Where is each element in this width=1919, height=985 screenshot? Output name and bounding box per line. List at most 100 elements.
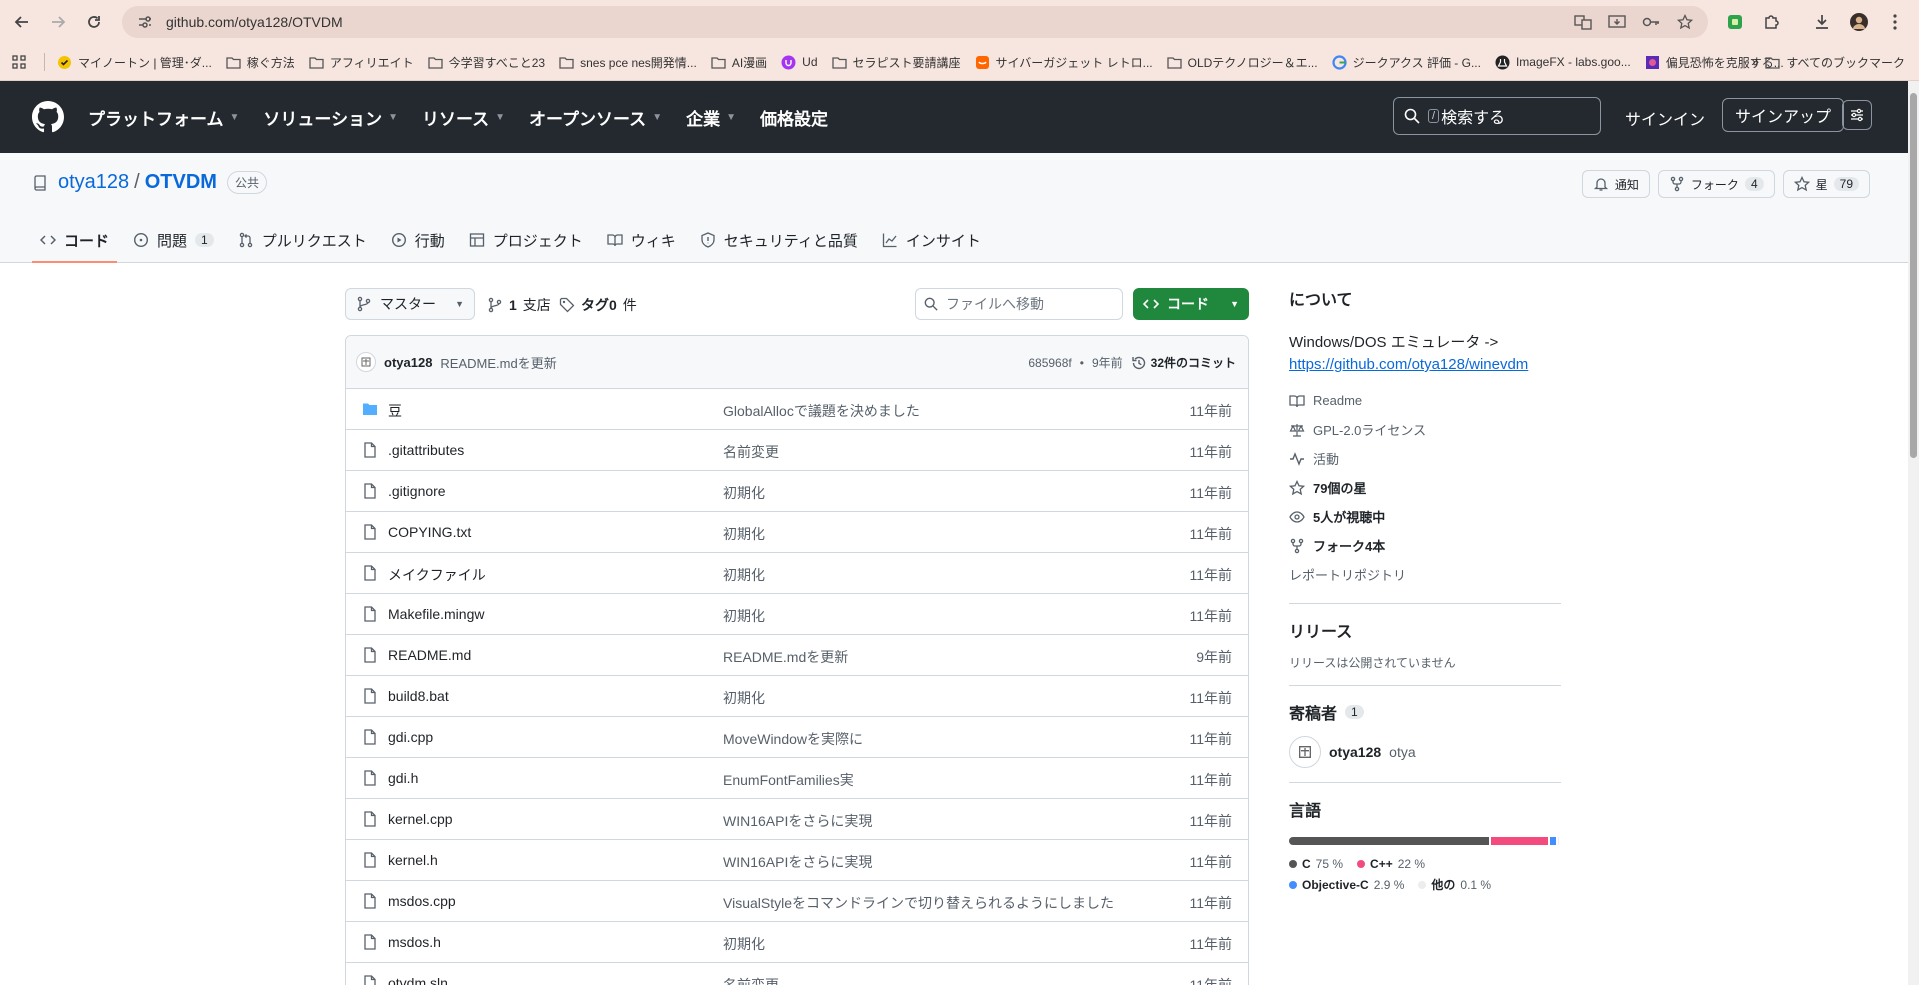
- file-name-link[interactable]: otvdm.sln: [388, 975, 448, 985]
- commit-message-link[interactable]: README.mdを更新: [440, 353, 556, 372]
- all-bookmarks-folder[interactable]: すべてのブックマーク: [1765, 54, 1905, 71]
- language-item[interactable]: C++ 22 %: [1357, 853, 1425, 874]
- install-app-icon[interactable]: [1606, 11, 1628, 33]
- bookmark-star-icon[interactable]: [1674, 11, 1696, 33]
- nav-item-5[interactable]: 価格設定: [760, 105, 828, 130]
- star-button[interactable]: 星 79: [1782, 170, 1870, 198]
- language-item[interactable]: 他の 0.1 %: [1418, 874, 1491, 895]
- downloads-icon[interactable]: [1810, 10, 1834, 34]
- tab-play[interactable]: 行動: [383, 217, 453, 263]
- reload-button[interactable]: [82, 10, 106, 34]
- extension-green-icon[interactable]: [1723, 10, 1747, 34]
- table-row[interactable]: メイクファイル 初期化 11年前: [346, 553, 1248, 594]
- contributor-item[interactable]: otya128 otya: [1289, 736, 1561, 768]
- table-row[interactable]: .gitattributes 名前変更 11年前: [346, 430, 1248, 471]
- table-row[interactable]: Makefile.mingw 初期化 11年前: [346, 594, 1248, 635]
- file-name-link[interactable]: kernel.cpp: [388, 811, 453, 827]
- password-key-icon[interactable]: [1640, 11, 1662, 33]
- file-name-link[interactable]: .gitattributes: [388, 442, 464, 458]
- tab-shield[interactable]: セキュリティと品質: [692, 217, 866, 263]
- nav-item-2[interactable]: リソース ▼: [422, 105, 505, 130]
- scrollbar-thumb[interactable]: [1910, 93, 1917, 458]
- file-commit-message-link[interactable]: 名前変更: [723, 442, 779, 462]
- file-commit-message-link[interactable]: MoveWindowを実際に: [723, 729, 863, 749]
- bookmark-item[interactable]: ImageFX - labs.goo...: [1495, 55, 1631, 70]
- releases-heading[interactable]: リリース: [1289, 618, 1561, 642]
- apps-grid-icon[interactable]: [12, 55, 26, 69]
- file-name-link[interactable]: 豆: [388, 401, 402, 421]
- table-row[interactable]: kernel.cpp WIN16APIをさらに実現 11年前: [346, 799, 1248, 840]
- site-info-icon[interactable]: [134, 11, 156, 33]
- file-commit-message-link[interactable]: README.mdを更新: [723, 647, 848, 667]
- nav-item-1[interactable]: ソリューション ▼: [263, 105, 398, 130]
- address-bar[interactable]: github.com/otya128/OTVDM: [122, 6, 1708, 38]
- readme-link[interactable]: Readme: [1289, 386, 1561, 415]
- avatar[interactable]: [1289, 736, 1321, 768]
- commit-hash-link[interactable]: 685968f: [1028, 356, 1071, 370]
- forward-button[interactable]: [46, 10, 70, 34]
- nav-item-3[interactable]: オープンソース ▼: [529, 105, 662, 130]
- settings-sliders-button[interactable]: [1842, 100, 1872, 130]
- table-row[interactable]: gdi.h EnumFontFamilies実 11年前: [346, 758, 1248, 799]
- file-commit-message-link[interactable]: VisualStyleをコマンドラインで切り替えられるようにしました: [723, 893, 1114, 913]
- bookmark-item[interactable]: ジークアクス 評価 - G...: [1331, 54, 1481, 71]
- branch-selector[interactable]: マスター ▼: [345, 288, 475, 320]
- bookmark-item[interactable]: AI漫画: [711, 54, 767, 71]
- fork-button[interactable]: フォーク 4: [1657, 170, 1775, 198]
- bookmark-item[interactable]: OLDテクノロジー＆エ...: [1166, 54, 1318, 71]
- file-commit-message-link[interactable]: WIN16APIをさらに実現: [723, 811, 872, 831]
- notifications-button[interactable]: 通知: [1581, 170, 1650, 198]
- report-repository-link[interactable]: レポートリポジトリ: [1289, 560, 1561, 589]
- file-name-link[interactable]: README.md: [388, 647, 471, 663]
- table-row[interactable]: build8.bat 初期化 11年前: [346, 676, 1248, 717]
- tab-issue[interactable]: 問題 1: [125, 217, 222, 263]
- nav-item-4[interactable]: 企業 ▼: [686, 105, 736, 130]
- table-row[interactable]: README.md README.mdを更新 9年前: [346, 635, 1248, 676]
- avatar[interactable]: [356, 352, 376, 372]
- bookmark-item[interactable]: アフィリエイト: [309, 54, 414, 71]
- github-logo-icon[interactable]: [32, 101, 64, 133]
- table-row[interactable]: msdos.h 初期化 11年前: [346, 922, 1248, 963]
- file-name-link[interactable]: msdos.h: [388, 934, 441, 950]
- file-commit-message-link[interactable]: 名前変更: [723, 975, 779, 985]
- file-name-link[interactable]: build8.bat: [388, 688, 449, 704]
- homepage-link[interactable]: https://github.com/otya128/winevdm: [1289, 356, 1528, 373]
- sign-up-button[interactable]: サインアップ: [1722, 98, 1845, 132]
- table-row[interactable]: .gitignore 初期化 11年前: [346, 471, 1248, 512]
- bookmark-item[interactable]: snes pce nes開発情...: [559, 54, 697, 71]
- file-commit-message-link[interactable]: 初期化: [723, 565, 765, 585]
- stars-link[interactable]: 79個の星: [1289, 473, 1561, 502]
- browser-menu-icon[interactable]: [1883, 10, 1907, 34]
- bookmark-item[interactable]: 偏見恐怖を克服する...: [1645, 54, 1784, 71]
- table-row[interactable]: kernel.h WIN16APIをさらに実現 11年前: [346, 840, 1248, 881]
- page-scrollbar[interactable]: [1908, 81, 1919, 985]
- tab-book[interactable]: ウィキ: [599, 217, 684, 263]
- tab-pr[interactable]: プルリクエスト: [230, 217, 375, 263]
- bookmark-item[interactable]: セラピスト要請講座: [831, 54, 961, 71]
- tab-code[interactable]: コード: [32, 217, 118, 263]
- file-name-link[interactable]: Makefile.mingw: [388, 606, 484, 622]
- contributors-heading[interactable]: 寄稿者: [1289, 700, 1337, 724]
- file-name-link[interactable]: メイクファイル: [388, 565, 486, 585]
- tab-table[interactable]: プロジェクト: [461, 217, 591, 263]
- table-row[interactable]: otvdm.sln 名前変更 11年前: [346, 963, 1248, 985]
- tab-graph[interactable]: インサイト: [874, 217, 989, 263]
- repo-owner-link[interactable]: otya128: [58, 171, 129, 194]
- commit-author-link[interactable]: otya128: [384, 355, 432, 370]
- file-name-link[interactable]: kernel.h: [388, 852, 438, 868]
- go-to-file-input[interactable]: ファイルへ移動: [915, 288, 1123, 320]
- profile-avatar[interactable]: [1847, 10, 1871, 34]
- commits-history-link[interactable]: 32件のコミット: [1131, 354, 1236, 371]
- language-item[interactable]: Objective-C 2.9 %: [1289, 874, 1404, 895]
- file-commit-message-link[interactable]: 初期化: [723, 688, 765, 708]
- file-name-link[interactable]: gdi.cpp: [388, 729, 433, 745]
- bookmark-item[interactable]: 今学習すべこと23: [427, 54, 545, 71]
- back-button[interactable]: [10, 10, 34, 34]
- file-name-link[interactable]: gdi.h: [388, 770, 418, 786]
- table-row[interactable]: COPYING.txt 初期化 11年前: [346, 512, 1248, 553]
- repo-name-link[interactable]: OTVDM: [145, 171, 217, 194]
- bookmark-item[interactable]: Ud: [781, 55, 818, 70]
- table-row[interactable]: 豆 GlobalAllocで議題を決めました 11年前: [346, 389, 1248, 430]
- nav-item-0[interactable]: プラットフォーム ▼: [88, 105, 239, 130]
- tags-link[interactable]: タグ0 件: [559, 295, 637, 315]
